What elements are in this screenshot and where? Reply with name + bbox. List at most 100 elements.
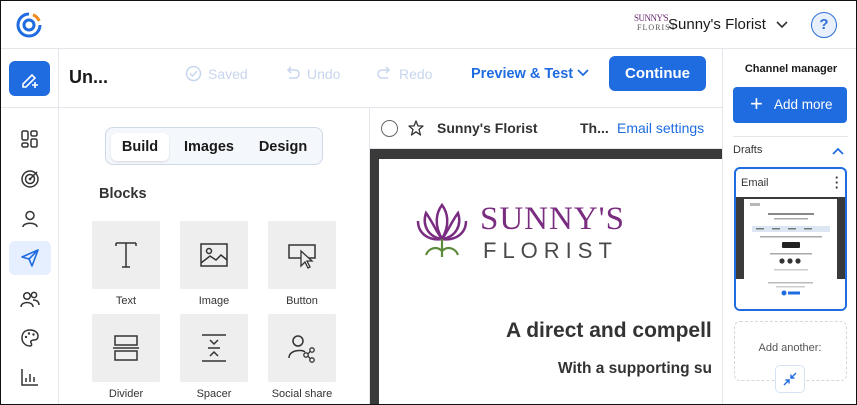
- tab-design[interactable]: Design: [249, 133, 317, 161]
- nav-design[interactable]: [14, 322, 46, 354]
- button-icon: [288, 244, 316, 269]
- redo-icon: [377, 66, 391, 79]
- block-tile[interactable]: [268, 314, 336, 382]
- email-logo-line2: FLORIST: [483, 238, 618, 263]
- divider: [733, 136, 848, 137]
- left-nav-rail: [1, 49, 59, 404]
- nav-audiences[interactable]: [14, 283, 46, 315]
- draft-card-email[interactable]: Email · · ·: [734, 167, 847, 311]
- star-icon[interactable]: [407, 119, 425, 137]
- block-tile[interactable]: [92, 221, 160, 289]
- tab-build[interactable]: Build: [111, 133, 169, 161]
- top-bar: SUNNY'S FLORIST Sunny's Florist ?: [1, 1, 856, 49]
- panel-tabs: Build Images Design: [105, 127, 323, 165]
- nav-dashboard[interactable]: [14, 123, 46, 155]
- block-label: Text: [115, 295, 137, 307]
- pencil-plus-icon: [22, 73, 38, 88]
- preview-test-button[interactable]: Preview & Test: [471, 66, 573, 82]
- group-icon: [20, 291, 40, 308]
- dashboard-icon: [21, 130, 38, 148]
- collapse-arrows-icon: [783, 372, 797, 386]
- email-settings-link[interactable]: Email settings: [617, 120, 704, 136]
- block-label: Image: [198, 295, 230, 307]
- add-more-button[interactable]: + Add more: [733, 87, 847, 123]
- block-label: Divider: [108, 388, 144, 400]
- saved-status: Saved: [185, 65, 248, 82]
- thumbnail-footer-content: [768, 282, 813, 296]
- document-title[interactable]: Un...: [69, 67, 108, 88]
- chevron-down-icon[interactable]: [774, 17, 790, 33]
- email-body[interactable]: SUNNY'S FLORIST A direct and compell Wit…: [379, 159, 722, 404]
- more-vertical-icon[interactable]: · · ·: [834, 171, 840, 194]
- email-headline[interactable]: A direct and compell: [506, 319, 712, 343]
- block-image[interactable]: Image: [180, 221, 248, 307]
- tulip-logo-icon: [416, 202, 468, 257]
- block-label: Button: [286, 295, 318, 307]
- nav-send[interactable]: [9, 241, 51, 275]
- saved-label: Saved: [208, 65, 248, 82]
- email-canvas: SUNNY'S FLORIST A direct and compell Wit…: [370, 149, 722, 404]
- divider-icon: [113, 335, 139, 361]
- social-share-icon: [288, 335, 315, 363]
- send-icon: [21, 249, 39, 267]
- collapse-panel-button[interactable]: [775, 365, 805, 393]
- drafts-heading: Drafts: [733, 144, 763, 156]
- plus-icon: +: [750, 91, 763, 116]
- app-logo-icon[interactable]: [15, 11, 43, 39]
- rail-divider: [1, 107, 59, 108]
- block-tile[interactable]: [268, 221, 336, 289]
- email-subheadline[interactable]: With a supporting su: [558, 360, 712, 378]
- text-icon: [115, 242, 137, 268]
- help-button[interactable]: ?: [811, 12, 837, 38]
- thumbnail-content: [750, 203, 830, 271]
- person-icon: [22, 210, 38, 228]
- app-window: SUNNY'S FLORIST Sunny's Florist ? Un... …: [0, 0, 857, 405]
- image-icon: [200, 243, 228, 267]
- undo-button[interactable]: Undo: [284, 65, 340, 82]
- email-logo-line1: SUNNY'S: [480, 201, 625, 237]
- block-social-share[interactable]: Social share: [268, 314, 336, 400]
- from-name: Sunny's Florist: [437, 120, 538, 136]
- tab-images[interactable]: Images: [174, 133, 244, 161]
- thumbnail-page: [744, 199, 837, 279]
- add-more-label: Add more: [774, 97, 833, 112]
- redo-button[interactable]: Redo: [376, 65, 432, 82]
- thumbnail-footer: [736, 279, 845, 309]
- block-spacer[interactable]: Spacer: [180, 314, 248, 400]
- blocks-heading: Blocks: [99, 186, 147, 202]
- chevron-down-icon[interactable]: [576, 66, 590, 80]
- brand-logo-line1: SUNNY'S: [634, 13, 669, 23]
- channel-manager-title: Channel manager: [744, 63, 838, 75]
- block-tile[interactable]: [180, 221, 248, 289]
- draft-card-title: Email: [741, 177, 769, 189]
- spacer-icon: [202, 334, 226, 362]
- nav-reporting[interactable]: [14, 361, 46, 393]
- inbox-preview-header: Sunny's Florist Th... Email settings: [370, 108, 722, 149]
- build-panel: Build Images Design Blocks Text Image Bu…: [59, 108, 370, 404]
- nav-campaigns[interactable]: [14, 163, 46, 195]
- create-button[interactable]: [9, 61, 50, 96]
- channel-manager-panel: Channel manager + Add more Drafts Email …: [722, 49, 856, 404]
- select-radio[interactable]: [381, 120, 398, 137]
- continue-button[interactable]: Continue: [609, 56, 706, 91]
- block-text[interactable]: Text: [92, 221, 160, 307]
- block-tile[interactable]: [92, 314, 160, 382]
- block-button[interactable]: Button: [268, 221, 336, 307]
- target-icon: [21, 170, 39, 188]
- palette-icon: [21, 329, 39, 347]
- add-another-label: Add another:: [758, 342, 822, 354]
- block-label: Social share: [271, 388, 333, 400]
- subject-preview: Th...: [580, 120, 609, 136]
- redo-label: Redo: [399, 65, 433, 82]
- editor-toolbar: Un... Saved Undo Redo Preview & Test Con…: [59, 49, 722, 108]
- chart-icon: [21, 369, 38, 386]
- account-name[interactable]: Sunny's Florist: [668, 16, 766, 33]
- account-brand-logo: SUNNY'S FLORIST: [634, 13, 677, 38]
- email-thumbnail: [736, 197, 845, 279]
- block-label: Spacer: [196, 388, 232, 400]
- block-divider[interactable]: Divider: [92, 314, 160, 400]
- brand-logo-line2: FLORIST: [637, 23, 677, 32]
- nav-contacts[interactable]: [14, 203, 46, 235]
- block-tile[interactable]: [180, 314, 248, 382]
- chevron-up-icon[interactable]: [831, 144, 845, 158]
